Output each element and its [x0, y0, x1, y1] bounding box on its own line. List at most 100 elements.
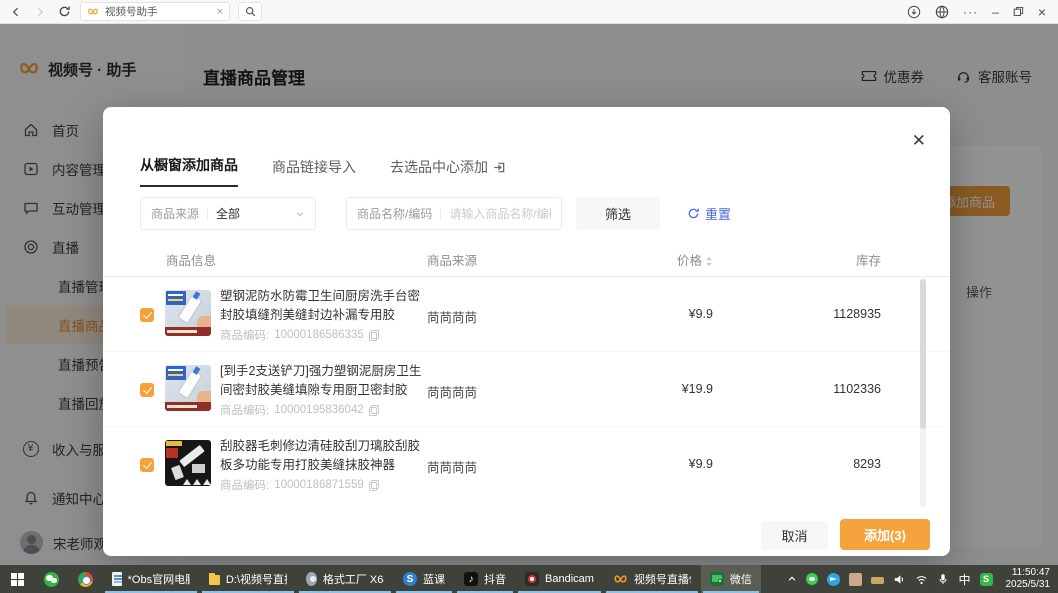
taskbar-app-weixin[interactable]: 微信 [701, 565, 761, 593]
copy-icon[interactable] [369, 480, 378, 490]
tab-from-showcase[interactable]: 从橱窗添加商品 [140, 155, 238, 187]
download-icon[interactable] [907, 5, 921, 19]
tray-telegram-icon[interactable] [827, 573, 840, 586]
start-button[interactable] [0, 565, 34, 593]
tray-volume-icon[interactable] [893, 573, 906, 586]
copy-icon[interactable] [369, 330, 378, 340]
search-box: 商品名称/编码 [346, 197, 562, 230]
product-source: 苘苘苘苘 [427, 457, 477, 476]
taskbar-app-formatfactory[interactable]: 格式工厂 X64 ... [297, 565, 393, 593]
product-stock: 1128935 [793, 307, 881, 321]
confirm-add-button[interactable]: 添加(3) [840, 519, 930, 550]
add-products-modal: ✕ 从橱窗添加商品 商品链接导入 去选品中心添加 商品来源 全部 商品名称/编码… [103, 107, 950, 556]
tray-key-icon[interactable] [871, 574, 884, 584]
search-input[interactable] [449, 207, 551, 221]
column-price[interactable]: 价格 [623, 246, 713, 277]
refresh-icon[interactable] [56, 4, 72, 20]
table-row: 刮胶器毛刺修边清硅胶刮刀璃胶刮胶板多功能专用打胶美缝抹胶神器 商品编码: 100… [103, 427, 950, 502]
tab-selection-center[interactable]: 去选品中心添加 [390, 157, 506, 187]
source-select-value: 全部 [216, 205, 240, 222]
input-method-indicator[interactable]: 中 [958, 571, 970, 588]
wechat-taskbar-icon[interactable] [34, 565, 68, 593]
reset-button[interactable]: 重置 [687, 197, 731, 230]
product-price: ¥19.9 [623, 382, 713, 396]
taskbar-app-obs[interactable]: *Obs官网电脑... [103, 565, 199, 593]
copy-icon[interactable] [369, 405, 378, 415]
product-image [165, 290, 211, 336]
taskbar-clock[interactable]: 11:50:47 2025/5/31 [1002, 567, 1051, 592]
browser-search-icon[interactable] [238, 2, 262, 21]
taskbar-app-live-companion[interactable]: 视频号直播伴侣 [604, 565, 700, 593]
lanke-icon: S [403, 572, 417, 586]
product-source: 苘苘苘苘 [427, 382, 477, 401]
taskbar-app-lanke[interactable]: S蓝课 [394, 565, 454, 593]
tab-link-import[interactable]: 商品链接导入 [272, 157, 356, 187]
column-stock: 库存 [793, 246, 881, 277]
filter-button[interactable]: 筛选 [576, 197, 660, 230]
back-icon[interactable] [8, 4, 24, 20]
taskbar-app-folder[interactable]: D:\视频号直播... [200, 565, 296, 593]
browser-bar: 视频号助手 × ··· – × [0, 0, 1058, 24]
chrome-taskbar-icon[interactable] [68, 565, 102, 593]
reset-icon [687, 207, 700, 220]
modal-scrollbar [920, 279, 926, 507]
browser-tab[interactable]: 视频号助手 × [80, 2, 230, 21]
column-source: 商品来源 [427, 246, 477, 277]
scrollbar-thumb[interactable] [920, 279, 926, 429]
system-tray: 中 S 11:50:47 2025/5/31 [779, 565, 1058, 593]
weixin-screenshare-icon [710, 572, 724, 586]
taskbar-app-bandicam[interactable]: Bandicam [516, 565, 603, 593]
product-title: 塑钢泥防水防霉卫生间厨房洗手台密封胶填缝剂美缝封边补漏专用胶150ml... [220, 287, 426, 325]
product-price: ¥9.9 [623, 307, 713, 321]
minimize-icon[interactable]: – [992, 6, 999, 18]
more-icon[interactable]: ··· [963, 6, 978, 18]
tab-close-icon[interactable]: × [217, 6, 223, 18]
bandicam-icon [525, 572, 539, 586]
product-code: 商品编码: 10000186586335 [220, 327, 378, 343]
taskbar: *Obs官网电脑... D:\视频号直播... 格式工厂 X64 ... S蓝课… [0, 565, 1058, 593]
row-checkbox[interactable] [140, 308, 154, 322]
table-header: 商品信息 商品来源 价格 库存 [103, 246, 950, 277]
modal-tabs: 从橱窗添加商品 商品链接导入 去选品中心添加 [140, 155, 506, 187]
sort-icon[interactable] [705, 256, 713, 267]
product-title: 刮胶器毛刺修边清硅胶刮刀璃胶刮胶板多功能专用打胶美缝抹胶神器 [220, 437, 426, 475]
cancel-button[interactable]: 取消 [761, 521, 828, 550]
external-link-icon [493, 161, 506, 174]
product-title: [到手2支送铲刀]强力塑钢泥厨房卫生间密封胶美缝填隙专用厨卫密封胶150M... [220, 362, 426, 400]
globe-icon[interactable] [935, 5, 949, 19]
tray-avatar-icon[interactable] [849, 573, 862, 586]
row-checkbox[interactable] [140, 458, 154, 472]
table-row: [到手2支送铲刀]强力塑钢泥厨房卫生间密封胶美缝填隙专用厨卫密封胶150M...… [103, 352, 950, 427]
row-checkbox[interactable] [140, 383, 154, 397]
channels-companion-icon [613, 572, 628, 587]
tab-title: 视频号助手 [105, 4, 211, 19]
table-row: 塑钢泥防水防霉卫生间厨房洗手台密封胶填缝剂美缝封边补漏专用胶150ml... 商… [103, 277, 950, 352]
restore-icon[interactable] [1013, 6, 1024, 17]
chevron-down-icon [295, 209, 305, 219]
folder-icon [209, 575, 220, 585]
forward-icon[interactable] [32, 4, 48, 20]
product-source: 苘苘苘苘 [427, 307, 477, 326]
tray-sogou-icon[interactable]: S [980, 573, 993, 586]
filter-bar: 商品来源 全部 商品名称/编码 筛选 重置 [140, 197, 913, 230]
product-stock: 1102336 [793, 382, 881, 396]
column-product-info: 商品信息 [166, 246, 216, 277]
douyin-icon: ♪ [464, 572, 478, 586]
close-window-icon[interactable]: × [1038, 5, 1046, 19]
taskbar-app-douyin[interactable]: ♪抖音 [455, 565, 515, 593]
tray-expand-icon[interactable] [787, 574, 797, 584]
modal-close-icon[interactable]: ✕ [912, 132, 926, 149]
tab-favicon-icon [87, 6, 99, 18]
product-list: 塑钢泥防水防霉卫生间厨房洗手台密封胶填缝剂美缝封边补漏专用胶150ml... 商… [103, 277, 950, 502]
source-select[interactable]: 商品来源 全部 [140, 197, 316, 230]
product-image [165, 365, 211, 411]
tray-wechat-icon[interactable] [806, 573, 818, 585]
product-image [165, 440, 211, 486]
product-stock: 8293 [793, 457, 881, 471]
tray-network-icon[interactable] [915, 573, 928, 586]
notepad-icon [112, 572, 122, 586]
product-code: 商品编码: 10000186871559 [220, 477, 378, 493]
product-code: 商品编码: 10000195836042 [220, 402, 378, 418]
product-price: ¥9.9 [623, 457, 713, 471]
tray-microphone-icon[interactable] [937, 573, 949, 585]
